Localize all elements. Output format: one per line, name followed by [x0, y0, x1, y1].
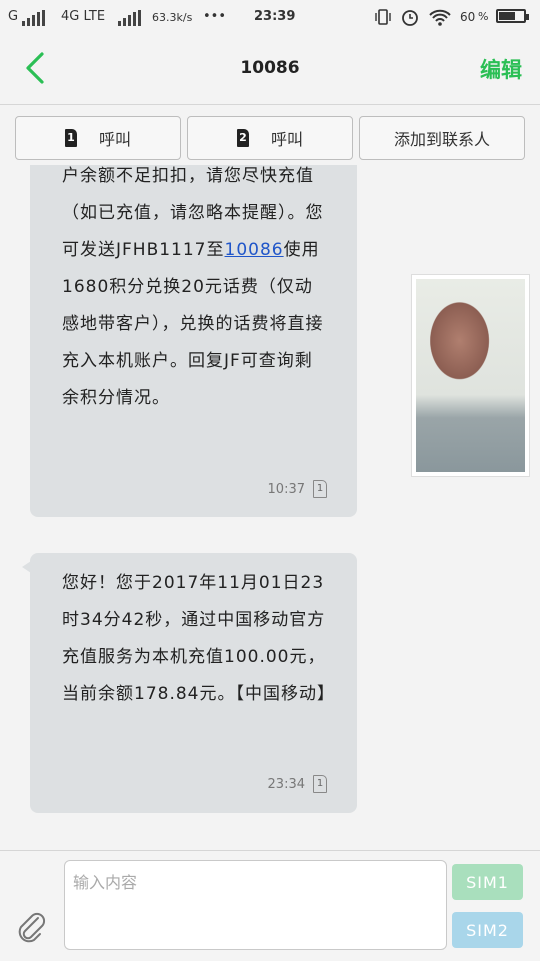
status-bar: G 4G LTE 63.3k/s ••• 23:39 60 %	[0, 0, 540, 34]
message-text: 您好！您于2017年11月01日23时34分42秒，通过中国移动官方充值服务为本…	[62, 573, 335, 704]
sim-card-icon: 1	[313, 775, 327, 793]
add-to-contacts-button[interactable]: 添加到联系人	[359, 116, 525, 160]
battery-fill	[499, 12, 515, 20]
alarm-icon	[402, 10, 418, 26]
signal-icon	[118, 10, 141, 26]
network-speed: 63.3k/s	[152, 11, 193, 24]
message-text-part: 使用1680积分兑换20元话费（仅动感地带客户），兑换的话费将直接充入本机账户。…	[62, 240, 324, 408]
more-dots: •••	[203, 9, 227, 24]
sim2-badge-icon: 2	[236, 129, 249, 147]
battery-percent-sign: %	[478, 10, 489, 23]
sim-card-icon: 1	[313, 480, 327, 498]
wifi-icon	[429, 9, 451, 26]
message-time: 10:37	[267, 481, 305, 497]
clock: 23:39	[254, 9, 296, 24]
edit-button[interactable]: 编辑	[480, 54, 522, 84]
battery-percent: 60	[460, 10, 476, 24]
network-label: 4G LTE	[61, 9, 106, 24]
battery-tip	[526, 14, 529, 20]
back-arrow-icon[interactable]	[18, 48, 58, 88]
message-input[interactable]: 输入内容	[64, 860, 447, 950]
message-meta: 23:34 1	[268, 775, 327, 793]
add-contact-label: 添加到联系人	[393, 130, 490, 149]
call-sim2-button[interactable]: 2 呼叫	[187, 116, 353, 160]
page-title: 10086	[240, 58, 300, 78]
send-sim2-button[interactable]: SIM2	[452, 912, 523, 948]
contact-photo[interactable]	[411, 274, 530, 477]
call-sim1-button[interactable]: 1 呼叫	[15, 116, 181, 160]
carrier-label: G	[8, 9, 19, 24]
message-text: 户余额不足扣扣，请您尽快充值（如已充值，请忽略本提醒）。您可发送JFHB1117…	[62, 165, 327, 417]
battery-icon	[496, 9, 529, 23]
sim1-badge-icon: 1	[64, 129, 77, 147]
message-time: 23:34	[267, 776, 305, 792]
message-bubble[interactable]: 户余额不足扣扣，请您尽快充值（如已充值，请忽略本提醒）。您可发送JFHB1117…	[30, 165, 357, 517]
message-bubble[interactable]: 您好！您于2017年11月01日23时34分42秒，通过中国移动官方充值服务为本…	[30, 553, 357, 813]
signal-icon	[22, 10, 45, 26]
call-label: 呼叫	[270, 130, 303, 149]
app-header: 10086 编辑	[0, 34, 540, 104]
call-label: 呼叫	[98, 130, 131, 149]
phone-link[interactable]: 10086	[225, 240, 284, 260]
message-meta: 10:37 1	[268, 480, 327, 498]
header-divider	[0, 104, 540, 105]
paperclip-icon[interactable]	[16, 910, 46, 944]
send-sim1-button[interactable]: SIM1	[452, 864, 523, 900]
vibrate-icon	[375, 9, 391, 25]
contact-photo-image	[416, 279, 525, 472]
